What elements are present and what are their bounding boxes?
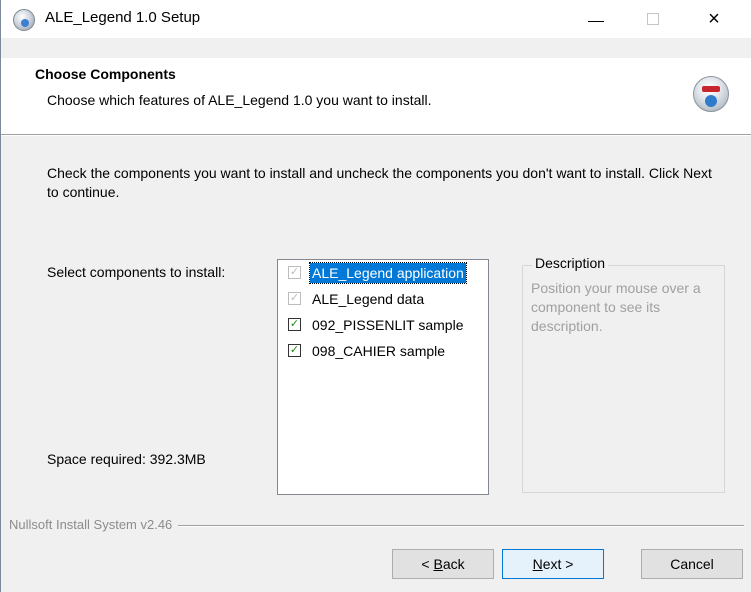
header-divider <box>1 134 751 136</box>
next-button[interactable]: Next > <box>502 549 604 579</box>
back-mnemonic: B <box>433 556 443 572</box>
description-title: Description <box>532 255 609 271</box>
page-subtitle: Choose which features of ALE_Legend 1.0 … <box>47 92 432 108</box>
instructions-text: Check the components you want to install… <box>47 165 712 200</box>
page-header: Choose Components Choose which features … <box>1 58 751 134</box>
component-checkbox[interactable]: ✓ <box>288 318 301 331</box>
icon-badge <box>702 86 720 92</box>
component-item[interactable]: ✓ 098_CAHIER sample <box>288 341 483 361</box>
next-label: ext > <box>542 556 574 572</box>
back-prefix: < <box>421 556 434 572</box>
component-checkbox: ✓ <box>288 292 301 305</box>
description-text: Position your mouse over a component to … <box>531 280 701 334</box>
close-button[interactable]: × <box>691 0 737 38</box>
window-title: ALE_Legend 1.0 Setup <box>45 9 201 26</box>
close-icon: × <box>708 8 720 30</box>
component-item[interactable]: ✓ ALE_Legend data <box>288 289 483 309</box>
installer-disc-icon <box>693 76 729 112</box>
branding-text: Nullsoft Install System v2.46 <box>9 517 179 532</box>
component-checkbox: ✓ <box>288 266 301 279</box>
maximize-button <box>631 0 677 38</box>
minimize-icon <box>588 21 604 22</box>
select-components-label: Select components to install: <box>47 264 226 280</box>
app-icon <box>13 9 35 31</box>
back-button[interactable]: < Back <box>392 549 494 579</box>
component-item[interactable]: ✓ ALE_Legend application <box>288 262 483 284</box>
next-mnemonic: N <box>532 556 543 572</box>
component-checkbox[interactable]: ✓ <box>288 344 301 357</box>
installer-window: ALE_Legend 1.0 Setup × Choose Components… <box>0 0 751 592</box>
space-required-label: Space required: 392.3MB <box>47 451 206 467</box>
back-label: ack <box>442 556 465 572</box>
component-item[interactable]: ✓ 092_PISSENLIT sample <box>288 315 483 335</box>
component-label[interactable]: ALE_Legend data <box>310 289 426 309</box>
component-label[interactable]: 092_PISSENLIT sample <box>310 315 466 335</box>
maximize-icon <box>647 13 659 25</box>
cancel-button[interactable]: Cancel <box>641 549 743 579</box>
title-bar[interactable]: ALE_Legend 1.0 Setup × <box>1 0 751 38</box>
minimize-button[interactable] <box>573 0 619 38</box>
components-tree[interactable]: ✓ ALE_Legend application ✓ ALE_Legend da… <box>277 259 489 495</box>
download-arrow-icon <box>705 95 717 107</box>
component-label[interactable]: 098_CAHIER sample <box>310 341 447 361</box>
page-title: Choose Components <box>35 66 176 82</box>
component-label[interactable]: ALE_Legend application <box>309 262 467 284</box>
